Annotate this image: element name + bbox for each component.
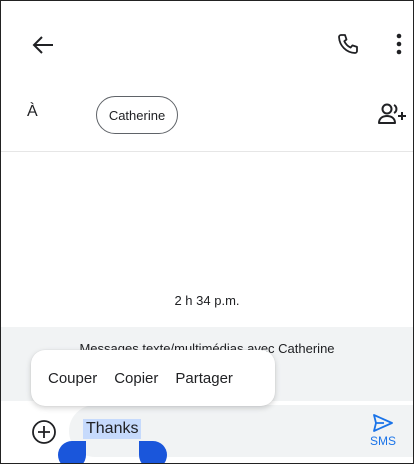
recipient-chip[interactable]: Catherine <box>96 96 178 134</box>
back-button[interactable] <box>27 31 59 59</box>
attach-button[interactable] <box>31 419 57 445</box>
menu-item-copy[interactable]: Copier <box>97 370 158 387</box>
message-input[interactable]: Thanks SMS <box>69 405 413 457</box>
selection-handle-end[interactable] <box>139 441 167 463</box>
phone-icon <box>338 34 358 54</box>
messaging-screen: À Catherine 2 h 34 p.m. Messages texte/m… <box>0 0 414 464</box>
text-selection-menu: Couper Copier Partager <box>31 350 275 406</box>
recipient-chip-label: Catherine <box>108 107 166 123</box>
message-timestamp: 2 h 34 p.m. <box>174 293 240 308</box>
more-vert-icon <box>396 33 402 55</box>
add-circle-icon <box>32 420 56 444</box>
recipient-row: À Catherine <box>1 85 413 152</box>
send-label: SMS <box>369 434 396 448</box>
add-recipient-button[interactable] <box>375 99 409 129</box>
selection-handle-start[interactable] <box>58 441 86 463</box>
menu-item-cut[interactable]: Couper <box>31 370 97 387</box>
add-person-icon <box>378 103 406 124</box>
to-label: À <box>27 103 38 120</box>
arrow-left-icon <box>32 36 53 54</box>
send-icon <box>373 414 393 432</box>
menu-item-share[interactable]: Partager <box>158 370 233 387</box>
call-button[interactable] <box>333 29 363 59</box>
more-options-button[interactable] <box>389 29 409 59</box>
conversation-area: 2 h 34 p.m. <box>1 152 413 327</box>
send-sms-button[interactable]: SMS <box>363 413 403 453</box>
top-app-bar <box>1 1 413 85</box>
message-input-text[interactable]: Thanks <box>83 419 142 439</box>
